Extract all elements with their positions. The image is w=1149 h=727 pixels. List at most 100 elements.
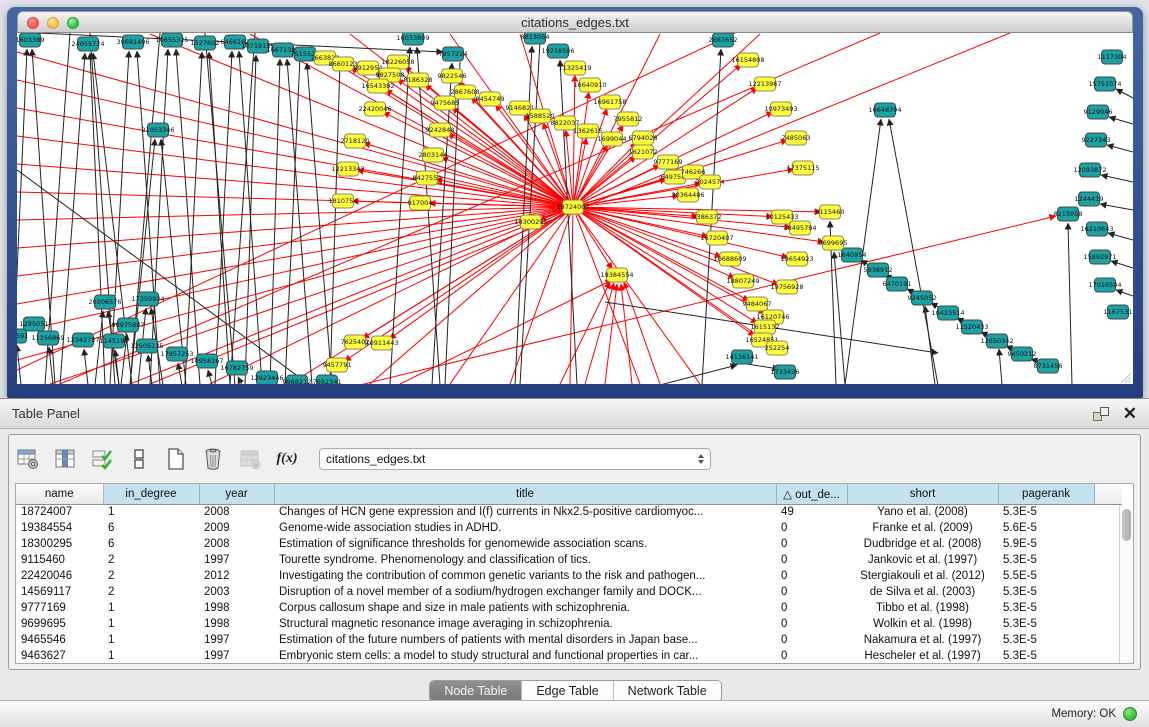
graph-edge[interactable] xyxy=(115,350,119,384)
graph-edge[interactable] xyxy=(178,363,182,384)
graph-edge[interactable] xyxy=(889,119,938,384)
graph-edge[interactable] xyxy=(357,170,573,207)
citation-network-graph[interactable]: 1872400716033892405572430691406106553251… xyxy=(17,33,1133,384)
column-header-in_degree[interactable]: in_degree xyxy=(103,484,199,504)
graph-edge[interactable] xyxy=(1108,233,1133,240)
table-cell[interactable]: 5.9E-5 xyxy=(998,536,1094,552)
table-row[interactable]: 969969511998Structural magnetic resonanc… xyxy=(16,616,1122,632)
table-cell[interactable]: Embryonic stem cells: a model to study s… xyxy=(274,648,776,664)
graph-edge[interactable] xyxy=(624,282,660,384)
table-cell[interactable]: Estimation of significance thresholds fo… xyxy=(274,536,776,552)
table-cell[interactable]: 0 xyxy=(776,552,847,568)
create-new-column-icon[interactable] xyxy=(163,446,189,472)
column-visibility-icon[interactable] xyxy=(52,446,78,472)
panel-orientation-icon[interactable] xyxy=(126,446,152,472)
graph-edge[interactable] xyxy=(185,52,202,384)
table-cell[interactable]: 1 xyxy=(103,600,199,616)
table-cell[interactable]: 5.3E-5 xyxy=(998,600,1094,616)
table-cell[interactable]: 1997 xyxy=(199,552,274,568)
table-cell[interactable]: Jankovic et al. (1997) xyxy=(847,552,998,568)
table-cell[interactable]: 1997 xyxy=(199,632,274,648)
network-canvas[interactable]: 1872400716033892405572430691406106553251… xyxy=(17,33,1133,384)
table-cell[interactable]: 5.3E-5 xyxy=(998,552,1094,568)
table-cell[interactable]: 0 xyxy=(776,568,847,584)
graph-edge[interactable] xyxy=(573,92,589,207)
table-cell[interactable]: 5.3E-5 xyxy=(998,648,1094,664)
table-cell[interactable]: 9463627 xyxy=(16,648,103,664)
table-cell[interactable]: Structural magnetic resonance image aver… xyxy=(274,616,776,632)
graph-edge[interactable] xyxy=(17,345,21,384)
graph-edge[interactable] xyxy=(1109,117,1133,124)
graph-edge[interactable] xyxy=(573,207,640,384)
graph-edge[interactable] xyxy=(560,282,610,384)
memory-ok-indicator-icon[interactable] xyxy=(1123,707,1137,721)
graph-edge[interactable] xyxy=(285,57,300,384)
table-selector-dropdown[interactable]: citations_edges.txt xyxy=(319,448,711,470)
column-header-out_de[interactable]: △ out_de... xyxy=(776,484,847,504)
table-cell[interactable]: 2 xyxy=(103,568,199,584)
table-cell[interactable]: 9465546 xyxy=(16,632,103,648)
float-panel-icon[interactable] xyxy=(1093,407,1109,421)
graph-edge[interactable] xyxy=(17,207,573,332)
table-cell[interactable]: 1 xyxy=(103,648,199,664)
graph-edge[interactable] xyxy=(1101,175,1133,182)
table-cell[interactable]: 5.3E-5 xyxy=(998,584,1094,600)
graph-edge[interactable] xyxy=(84,349,88,384)
graph-edge[interactable] xyxy=(270,59,280,384)
table-cell[interactable]: 1997 xyxy=(199,648,274,664)
table-cell[interactable]: Tibbo et al. (1998) xyxy=(847,600,998,616)
graph-edge[interactable] xyxy=(238,377,242,384)
table-cell[interactable]: 0 xyxy=(776,648,847,664)
table-row[interactable]: 977716911998Corpus callosum shape and si… xyxy=(16,600,1122,616)
table-cell[interactable]: Changes of HCN gene expression and I(f) … xyxy=(274,504,776,520)
minimize-window-button[interactable] xyxy=(47,17,59,29)
table-cell[interactable]: 1998 xyxy=(199,616,274,632)
table-cell[interactable]: 9699695 xyxy=(16,616,103,632)
table-cell[interactable]: Estimation of the future numbers of pati… xyxy=(274,632,776,648)
column-header-title[interactable]: title xyxy=(274,484,776,504)
table-cell[interactable]: 22420046 xyxy=(16,568,103,584)
table-row[interactable]: 1872400712008Changes of HCN gene express… xyxy=(16,504,1122,520)
table-cell[interactable]: 2008 xyxy=(199,504,274,520)
graph-edge[interactable] xyxy=(1107,145,1133,152)
table-cell[interactable]: 0 xyxy=(776,536,847,552)
table-cell[interactable]: 49 xyxy=(776,504,847,520)
table-cell[interactable]: Corpus callosum shape and size in male p… xyxy=(274,600,776,616)
table-cell[interactable]: 0 xyxy=(776,600,847,616)
table-row[interactable]: 946554611997Estimation of the future num… xyxy=(16,632,1122,648)
table-cell[interactable]: 2008 xyxy=(199,536,274,552)
table-cell[interactable]: de Silva et al. (2003) xyxy=(847,584,998,600)
close-panel-icon[interactable]: ✕ xyxy=(1123,407,1137,421)
table-cell[interactable]: 19384554 xyxy=(16,520,103,536)
table-cell[interactable]: 5.3E-5 xyxy=(998,616,1094,632)
graph-edge[interactable] xyxy=(330,62,340,384)
table-row[interactable]: 1830029562008Estimation of significance … xyxy=(16,536,1122,552)
graph-edge[interactable] xyxy=(925,306,935,384)
table-cell[interactable]: 14569117 xyxy=(16,584,103,600)
graph-edge[interactable] xyxy=(215,51,232,384)
row-selection-mode-icon[interactable] xyxy=(89,446,115,472)
table-cell[interactable]: 2 xyxy=(103,584,199,600)
function-builder-icon[interactable]: f(x) xyxy=(274,446,300,472)
column-header-name[interactable]: name xyxy=(16,484,103,504)
table-cell[interactable]: Wolkin et al. (1998) xyxy=(847,616,998,632)
graph-edge[interactable] xyxy=(441,157,573,207)
tab-node-table[interactable]: Node Table xyxy=(430,681,522,701)
graph-edge[interactable] xyxy=(287,59,312,384)
table-cell[interactable]: Tourette syndrome. Phenomenology and cla… xyxy=(274,552,776,568)
table-cell[interactable]: 5.3E-5 xyxy=(998,504,1094,520)
graph-edge[interactable] xyxy=(386,90,573,207)
table-cell[interactable]: 2009 xyxy=(199,520,274,536)
graph-edge[interactable] xyxy=(573,207,700,384)
table-cell[interactable]: 0 xyxy=(776,520,847,536)
table-cell[interactable]: 0 xyxy=(776,616,847,632)
table-cell[interactable]: 1998 xyxy=(199,600,274,616)
close-window-button[interactable] xyxy=(27,17,39,29)
graph-edge[interactable] xyxy=(209,52,230,384)
table-cell[interactable]: Disruption of a novel member of a sodium… xyxy=(274,584,776,600)
table-row[interactable]: 911546021997Tourette syndrome. Phenomeno… xyxy=(16,552,1122,568)
graph-edge[interactable] xyxy=(605,284,617,384)
table-row[interactable]: 946362711997Embryonic stem cells: a mode… xyxy=(16,648,1122,664)
table-row[interactable]: 2242004622012Investigating the contribut… xyxy=(16,568,1122,584)
table-cell[interactable]: 9777169 xyxy=(16,600,103,616)
